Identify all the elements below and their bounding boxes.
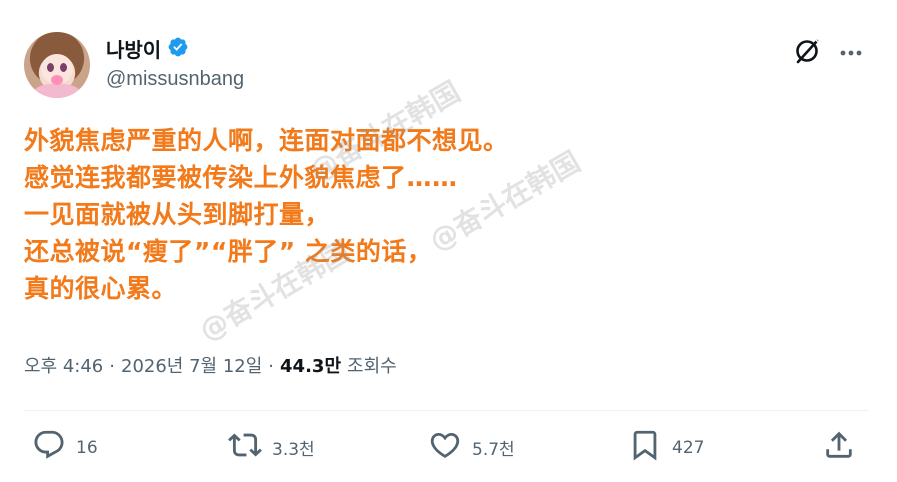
bookmark-button[interactable]: 427 [628,428,704,467]
retweet-count: 3.3천 [272,440,315,460]
reply-icon[interactable] [32,428,66,467]
tweet-meta: 오후 4:46 · 2026년 7월 12일 · 44.3만 조회수 [24,352,397,378]
tweet-line: 感觉连我都要被传染上外貌焦虑了…… [24,163,458,192]
divider [24,410,869,411]
share-button[interactable] [822,428,856,467]
meta-separator: · [268,356,275,377]
avatar[interactable] [24,32,90,98]
tweet-line: 还总被说“瘦了”“胖了” 之类的话， [24,237,433,266]
tweet-line: 真的很心累。 [24,274,178,303]
views-label: 조회수 [347,356,397,377]
reply-count: 16 [76,437,98,458]
tweet-date[interactable]: 2026년 7월 12일 [121,352,262,378]
verified-badge-icon[interactable] [167,36,189,62]
tweet-text: 外貌焦虑严重的人啊，连面对面都不想见。 感觉连我都要被传染上外貌焦虑了…… 一见… [24,122,804,307]
action-bar: 16 3.3천 5.7천 427 [24,428,869,470]
grok-icon[interactable] [792,36,822,66]
like-button[interactable]: 5.7천 [428,428,515,467]
retweet-button[interactable]: 3.3천 [228,428,315,467]
bookmark-icon[interactable] [628,428,662,467]
bookmark-count: 427 [672,437,705,458]
display-name[interactable]: 나방이 [106,34,161,63]
author-handle[interactable]: @missusnbang [106,68,244,91]
more-icon[interactable] [836,38,866,68]
share-icon[interactable] [822,428,856,467]
meta-separator: · [109,356,115,377]
tweet-time[interactable]: 오후 4:46 [24,352,103,378]
tweet-line: 一见面就被从头到脚打量， [24,200,331,229]
tweet-line: 外貌焦虑严重的人啊，连面对面都不想见。 [24,126,509,155]
author-name-row: 나방이 [106,34,189,63]
heart-icon[interactable] [428,428,462,467]
retweet-icon[interactable] [228,428,262,467]
views-count[interactable]: 44.3만 [280,352,341,378]
reply-button[interactable]: 16 [32,428,98,467]
tweet-header: 나방이 @missusnbang [24,30,874,102]
like-count: 5.7천 [472,440,515,460]
